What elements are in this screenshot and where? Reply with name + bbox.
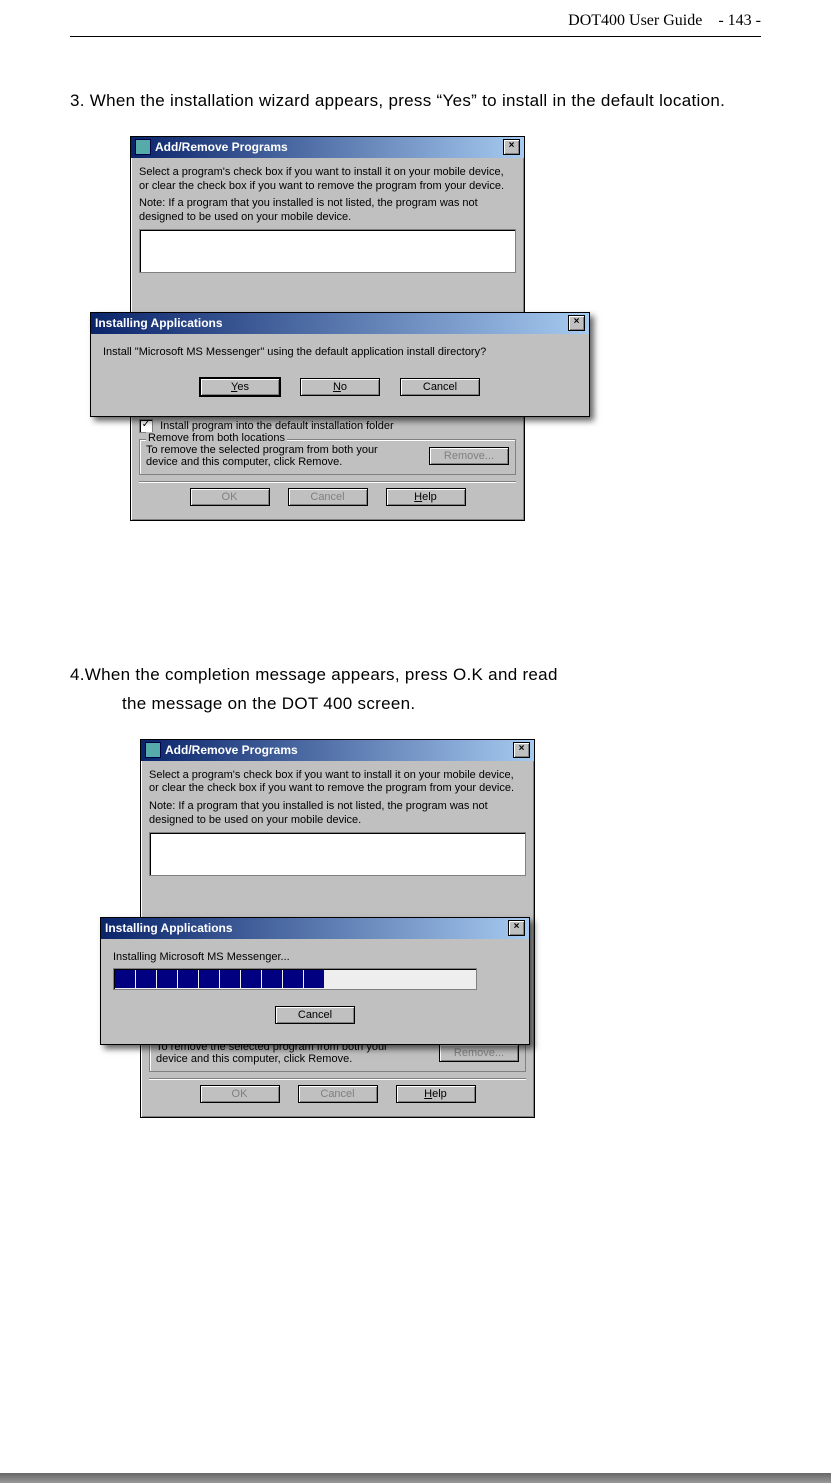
close-icon[interactable]: × xyxy=(508,920,525,936)
program-list[interactable] xyxy=(139,229,516,273)
dialog-title: Installing Applications xyxy=(95,316,223,330)
note-text: Note: If a program that you installed is… xyxy=(139,197,516,225)
progress-dialog: Installing Applications × Installing Mic… xyxy=(100,917,530,1046)
app-icon xyxy=(135,139,151,155)
dialog-title: Installing Applications xyxy=(105,921,233,935)
yes-button[interactable]: Yes xyxy=(200,378,280,396)
titlebar: Installing Applications × xyxy=(91,313,589,334)
ok-button[interactable]: OK xyxy=(200,1085,280,1103)
info-text: Select a program's check box if you want… xyxy=(149,769,526,797)
titlebar: Add/Remove Programs × xyxy=(141,740,534,761)
groupbox-title: Remove from both locations xyxy=(146,432,287,444)
window-title: Add/Remove Programs xyxy=(155,140,288,154)
help-button[interactable]: Help xyxy=(396,1085,476,1103)
remove-button[interactable]: Remove... xyxy=(429,447,509,465)
install-question: Install "Microsoft MS Messenger" using t… xyxy=(103,346,577,360)
cancel-button[interactable]: Cancel xyxy=(298,1085,378,1103)
figure-2: Add/Remove Programs × Select a program's… xyxy=(100,739,761,1199)
page-bottom-bar xyxy=(0,1473,831,1483)
titlebar: Installing Applications × xyxy=(101,918,529,939)
program-list[interactable] xyxy=(149,832,526,876)
close-icon[interactable]: × xyxy=(503,139,520,155)
titlebar: Add/Remove Programs × xyxy=(131,137,524,158)
cancel-button[interactable]: Cancel xyxy=(275,1006,355,1024)
app-icon xyxy=(145,742,161,758)
progress-bar xyxy=(113,968,477,990)
page-number: - 143 - xyxy=(718,12,761,29)
close-icon[interactable]: × xyxy=(513,742,530,758)
progress-text: Installing Microsoft MS Messenger... xyxy=(113,951,517,965)
remove-button[interactable]: Remove... xyxy=(439,1044,519,1062)
figure-1: Add/Remove Programs × Select a program's… xyxy=(100,136,761,611)
no-button[interactable]: No xyxy=(300,378,380,396)
groupbox-text: To remove the selected program from both… xyxy=(146,444,386,468)
installing-dialog: Installing Applications × Install "Micro… xyxy=(90,312,590,417)
install-default-checkbox-row[interactable]: ✓ Install program into the default insta… xyxy=(139,419,516,433)
step-3-text: 3. When the installation wizard appears,… xyxy=(70,87,761,116)
note-text: Note: If a program that you installed is… xyxy=(149,800,526,828)
doc-title: DOT400 User Guide xyxy=(568,12,702,29)
cancel-button[interactable]: Cancel xyxy=(288,488,368,506)
cancel-button[interactable]: Cancel xyxy=(400,378,480,396)
ok-button[interactable]: OK xyxy=(190,488,270,506)
page-header: DOT400 User Guide - 143 - xyxy=(70,10,761,37)
help-button[interactable]: Help xyxy=(386,488,466,506)
step-4-text-line1: 4.When the completion message appears, p… xyxy=(70,661,761,690)
checkbox-icon[interactable]: ✓ xyxy=(139,419,153,433)
window-title: Add/Remove Programs xyxy=(165,743,298,757)
remove-groupbox: Remove from both locations To remove the… xyxy=(139,439,516,475)
step-4-text-line2: the message on the DOT 400 screen. xyxy=(70,690,761,719)
checkbox-label: Install program into the default install… xyxy=(160,420,394,432)
close-icon[interactable]: × xyxy=(568,315,585,331)
info-text: Select a program's check box if you want… xyxy=(139,166,516,194)
